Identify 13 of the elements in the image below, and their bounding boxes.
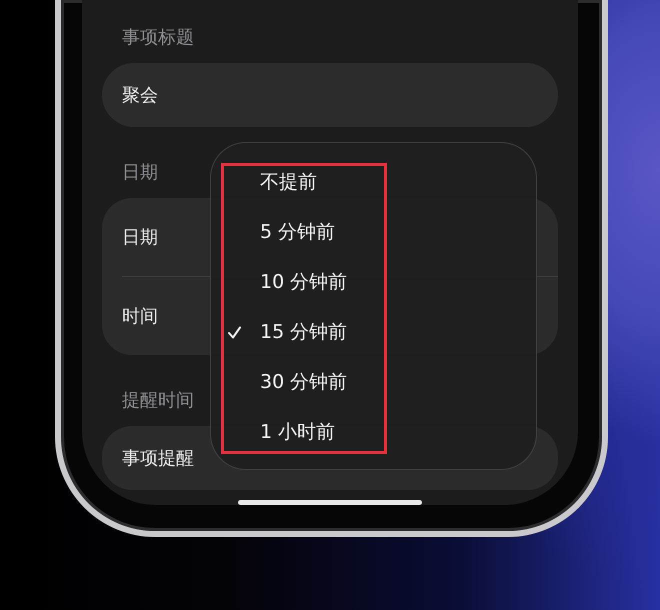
section-header: 提醒时间 xyxy=(122,389,194,413)
menu-item[interactable]: 30 分钟前 xyxy=(211,357,536,407)
list-row[interactable]: 时间 xyxy=(122,277,158,355)
menu-item[interactable]: 5 分钟前 xyxy=(211,207,536,257)
section-header: 日期 xyxy=(122,161,158,185)
menu-item[interactable]: 不提前 xyxy=(211,157,536,207)
menu-item[interactable]: 10 分钟前 xyxy=(211,257,536,307)
title-field[interactable]: 聚会 xyxy=(102,63,558,127)
menu-item[interactable]: 1 小时前 xyxy=(211,407,536,457)
list-row[interactable]: 日期 xyxy=(122,198,158,276)
section-header: 事项标题 xyxy=(122,26,194,50)
list-row[interactable]: 事项提醒 xyxy=(122,426,194,490)
menu-item[interactable]: 15 分钟前 xyxy=(211,307,536,357)
